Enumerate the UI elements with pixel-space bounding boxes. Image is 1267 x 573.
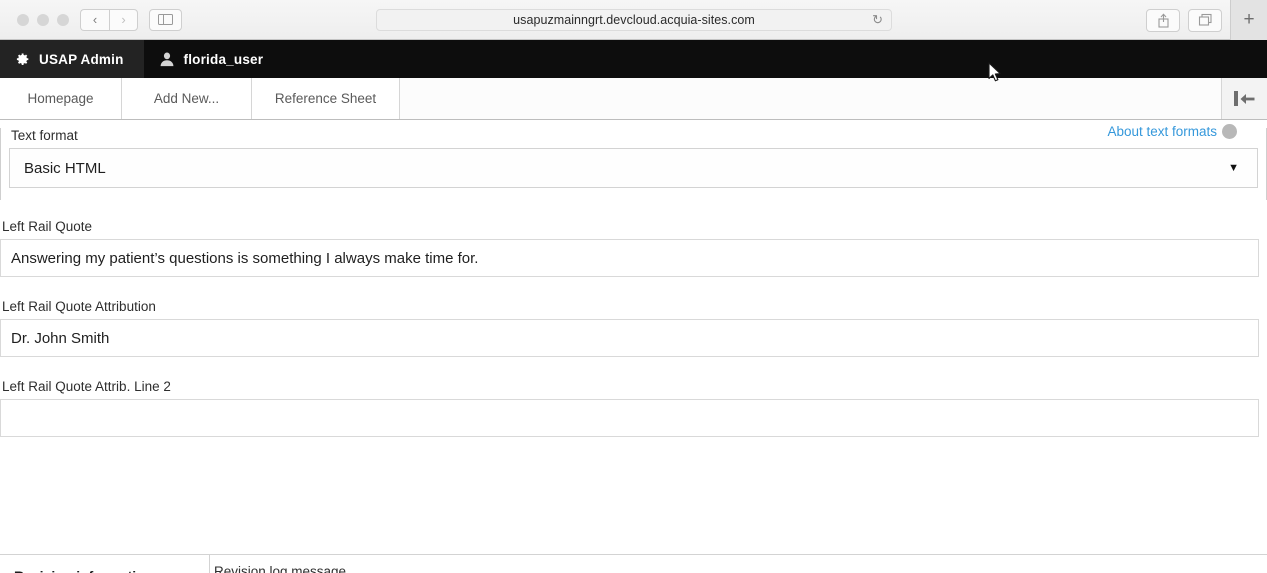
maximize-window-button[interactable] [57, 13, 69, 26]
reload-icon[interactable]: ↻ [872, 13, 883, 26]
show-tabs-button[interactable] [1188, 8, 1222, 32]
left-rail-quote-label: Left Rail Quote [2, 219, 93, 234]
revision-log-panel: Revision log message [210, 555, 1267, 573]
minimize-window-button[interactable] [37, 13, 49, 26]
revision-information-title: Revision information [14, 568, 209, 573]
admin-site-label: USAP Admin [39, 51, 124, 67]
browser-right-controls: + [1146, 0, 1267, 40]
left-rail-quote-attribution-input[interactable]: Dr. John Smith [0, 319, 1259, 357]
admin-user-link[interactable]: florida_user [144, 40, 279, 78]
tab-homepage[interactable]: Homepage [0, 78, 122, 119]
left-rail-quote-attribution-value: Dr. John Smith [11, 329, 110, 347]
address-bar[interactable]: usapuzmainngrt.devcloud.acquia-sites.com… [376, 8, 892, 31]
admin-site-link[interactable]: USAP Admin [0, 40, 144, 78]
chevron-right-icon: › [121, 12, 126, 27]
sidebar-icon [158, 13, 173, 26]
gear-icon [13, 51, 30, 68]
revision-information-panel: Revision information No revision [0, 555, 210, 573]
left-rail-quote-attribution-label: Left Rail Quote Attribution [2, 299, 156, 314]
admin-user-label: florida_user [183, 51, 264, 67]
forward-button[interactable]: › [109, 8, 138, 31]
tab-label: Add New... [153, 91, 220, 106]
text-format-wrapper: Text format About text formats Basic HTM… [0, 124, 1267, 200]
field-left-rail-quote-attribution: Left Rail Quote Attribution Dr. John Smi… [0, 299, 1259, 357]
admin-toolbar: USAP Admin florida_user [0, 40, 1267, 78]
browser-toolbar: ‹ › usapuzmainngrt.devcloud.acquia-sites… [0, 0, 1267, 40]
new-tab-button[interactable]: + [1230, 0, 1267, 40]
field-left-rail-quote-attrib-line2: Left Rail Quote Attrib. Line 2 [0, 379, 1259, 437]
revision-log-label: Revision log message [214, 564, 347, 573]
url-text: usapuzmainngrt.devcloud.acquia-sites.com [513, 12, 755, 27]
left-rail-quote-attrib-line2-label: Left Rail Quote Attrib. Line 2 [2, 379, 171, 394]
about-text-formats-label: About text formats [1107, 124, 1217, 139]
chevron-left-icon: ‹ [92, 12, 98, 27]
secondary-tab-bar: Homepage Add New... Reference Sheet [0, 78, 1267, 120]
share-icon [1157, 12, 1169, 28]
left-rail-quote-value: Answering my patient’s questions is some… [11, 249, 479, 267]
sidebar-toggle-button[interactable] [149, 8, 182, 31]
back-button[interactable]: ‹ [80, 8, 109, 31]
left-rail-quote-input[interactable]: Answering my patient’s questions is some… [0, 239, 1259, 277]
share-button[interactable] [1146, 8, 1180, 32]
tabs-icon [1198, 13, 1212, 26]
text-format-select[interactable]: Basic HTML ▼ [9, 148, 1258, 188]
left-rail-quote-attrib-line2-input[interactable] [0, 399, 1259, 437]
plus-icon: + [1243, 9, 1255, 30]
text-format-value: Basic HTML [24, 159, 106, 177]
text-format-label: Text format [11, 128, 78, 143]
chevron-down-icon: ▼ [1228, 162, 1239, 174]
collapse-toolbar-icon [1234, 91, 1255, 106]
help-icon[interactable] [1222, 124, 1237, 139]
collapse-toolbar-button[interactable] [1221, 78, 1267, 119]
field-text-format: Text format About text formats Basic HTM… [0, 124, 1267, 200]
revision-section: Revision information No revision Revisio… [0, 554, 1267, 573]
window-controls [8, 13, 80, 26]
node-edit-form: Text format About text formats Basic HTM… [0, 120, 1267, 573]
user-icon [159, 51, 175, 68]
tab-label: Reference Sheet [274, 91, 377, 106]
tab-add-new[interactable]: Add New... [122, 78, 252, 119]
tab-reference-sheet[interactable]: Reference Sheet [252, 78, 400, 119]
navigation-buttons: ‹ › [80, 8, 182, 31]
about-text-formats-link[interactable]: About text formats [1107, 124, 1237, 139]
field-left-rail-quote: Left Rail Quote Answering my patient’s q… [0, 219, 1259, 277]
tab-bar-spacer [400, 78, 1221, 119]
close-window-button[interactable] [17, 13, 29, 26]
tab-label: Homepage [27, 91, 94, 106]
